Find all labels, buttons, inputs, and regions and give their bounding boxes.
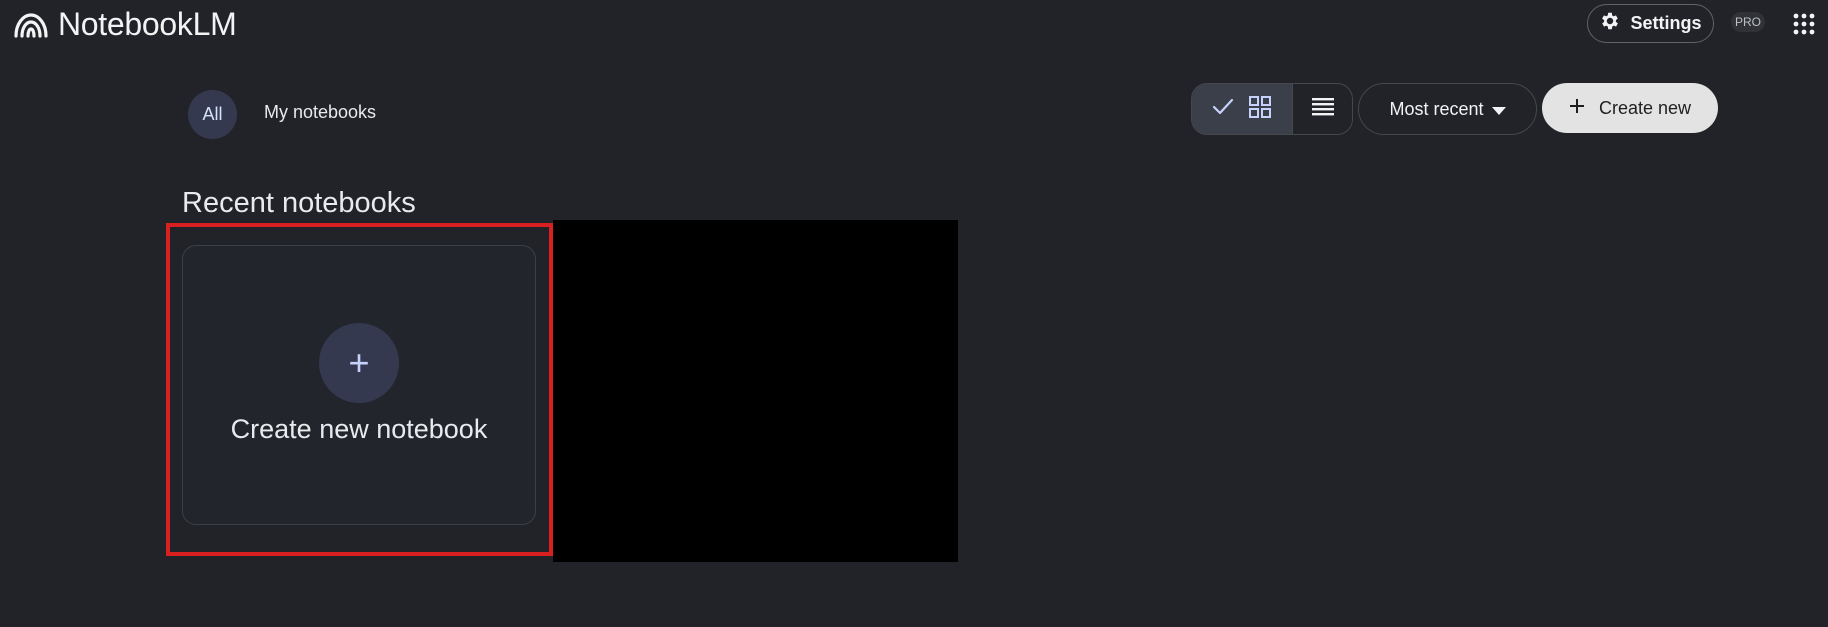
app-logo[interactable]: NotebookLM — [14, 6, 237, 43]
sort-label: Most recent — [1389, 98, 1484, 119]
highlight-annotation — [166, 223, 553, 556]
check-icon — [1212, 98, 1234, 121]
filter-my-notebooks-chip[interactable]: My notebooks — [264, 102, 376, 123]
plus-icon — [1569, 98, 1585, 119]
dropdown-arrow-icon — [1491, 99, 1506, 120]
settings-label: Settings — [1630, 13, 1702, 33]
list-view-button[interactable] — [1292, 84, 1352, 134]
list-view-icon — [1311, 97, 1334, 122]
apps-grid-icon[interactable] — [1793, 13, 1815, 40]
redacted-notebook-area — [553, 220, 958, 562]
filter-all-chip[interactable]: All — [188, 90, 237, 139]
section-title: Recent notebooks — [182, 187, 416, 219]
notebooklm-logo-icon — [14, 12, 48, 38]
gear-icon — [1599, 10, 1621, 37]
pro-badge: PRO — [1731, 12, 1765, 32]
grid-view-icon — [1248, 95, 1272, 124]
view-toggle — [1191, 83, 1353, 135]
sort-dropdown[interactable]: Most recent — [1358, 83, 1537, 135]
grid-view-button[interactable] — [1192, 84, 1292, 134]
settings-button[interactable]: Settings — [1587, 4, 1714, 43]
app-title: NotebookLM — [58, 6, 237, 42]
create-new-button[interactable]: Create new — [1542, 83, 1718, 133]
create-new-label: Create new — [1598, 97, 1692, 118]
notebooklm-app: NotebookLM Settings PRO All My notebooks — [0, 0, 1828, 627]
